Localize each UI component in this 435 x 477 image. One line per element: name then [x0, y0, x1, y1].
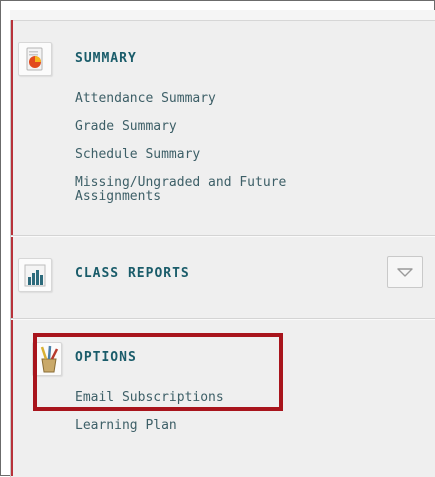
- summary-link-list: Attendance Summary Grade Summary Schedul…: [75, 92, 375, 218]
- section-divider: [11, 235, 435, 237]
- chevron-down-icon: [397, 268, 413, 277]
- options-link-list: Email Subscriptions Learning Plan: [75, 391, 375, 447]
- summary-link-schedule[interactable]: Schedule Summary: [75, 148, 375, 162]
- panel-top-strip: [10, 10, 435, 21]
- options-link-email-subscriptions[interactable]: Email Subscriptions: [75, 391, 375, 405]
- summary-link-attendance[interactable]: Attendance Summary: [75, 92, 375, 106]
- class-reports-heading[interactable]: CLASS REPORTS: [75, 266, 190, 281]
- options-heading[interactable]: OPTIONS: [75, 350, 137, 365]
- options-icon-box: [32, 342, 62, 376]
- class-reports-expand-button[interactable]: [387, 256, 423, 288]
- section-divider: [11, 318, 435, 320]
- summary-link-missing[interactable]: Missing/Ungraded and Future Assignments: [75, 176, 375, 204]
- pencil-cup-icon: [40, 345, 59, 373]
- summary-link-grade[interactable]: Grade Summary: [75, 120, 375, 134]
- options-link-learning-plan[interactable]: Learning Plan: [75, 419, 375, 433]
- summary-icon-box: [18, 42, 52, 76]
- summary-heading[interactable]: SUMMARY: [75, 51, 137, 66]
- class-reports-icon-box: [18, 258, 52, 292]
- summary-pie-icon: [26, 47, 43, 71]
- bar-chart-icon: [24, 264, 46, 287]
